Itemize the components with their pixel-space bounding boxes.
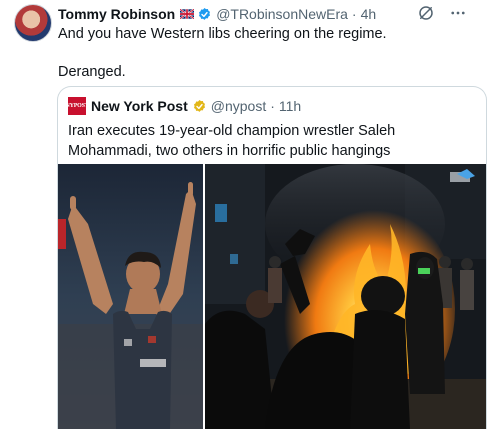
protest-photo[interactable] xyxy=(205,164,486,429)
tweet-body: And you have Western libs cheering on th… xyxy=(58,24,473,82)
tweet-time[interactable]: 4h xyxy=(361,6,377,22)
quoted-tweet-header: NYPOST New York Post @nypost · 11h xyxy=(65,97,301,115)
tweet-header: Tommy Robinson @TRobinsonNewEra · 4h xyxy=(58,4,467,24)
separator-dot: · xyxy=(351,6,357,22)
wrestler-illustration xyxy=(58,164,203,429)
protest-illustration xyxy=(205,164,486,429)
quoted-tweet-time[interactable]: 11h xyxy=(279,98,301,114)
more-icon[interactable] xyxy=(449,4,467,22)
quoted-separator-dot: · xyxy=(270,98,275,114)
verified-badge-icon xyxy=(199,7,211,20)
nypost-logo-icon: NYPOST xyxy=(65,97,89,115)
tweet-line-1: And you have Western libs cheering on th… xyxy=(58,26,387,42)
tweet-line-2: Deranged. xyxy=(58,64,126,80)
media-grid xyxy=(58,164,486,429)
verified-gold-badge-icon xyxy=(193,99,205,112)
wrestler-photo[interactable] xyxy=(58,164,203,429)
uk-flag-icon xyxy=(180,9,195,19)
quoted-author-handle[interactable]: @nypost xyxy=(211,98,266,114)
quoted-tweet[interactable]: NYPOST New York Post @nypost · 11h Iran … xyxy=(57,86,487,429)
quoted-author-name[interactable]: New York Post xyxy=(91,98,188,114)
author-handle[interactable]: @TRobinsonNewEra xyxy=(216,6,348,22)
author-name[interactable]: Tommy Robinson xyxy=(58,6,175,22)
header-actions xyxy=(417,4,467,22)
grok-icon[interactable] xyxy=(417,4,435,22)
avatar[interactable] xyxy=(14,4,52,42)
